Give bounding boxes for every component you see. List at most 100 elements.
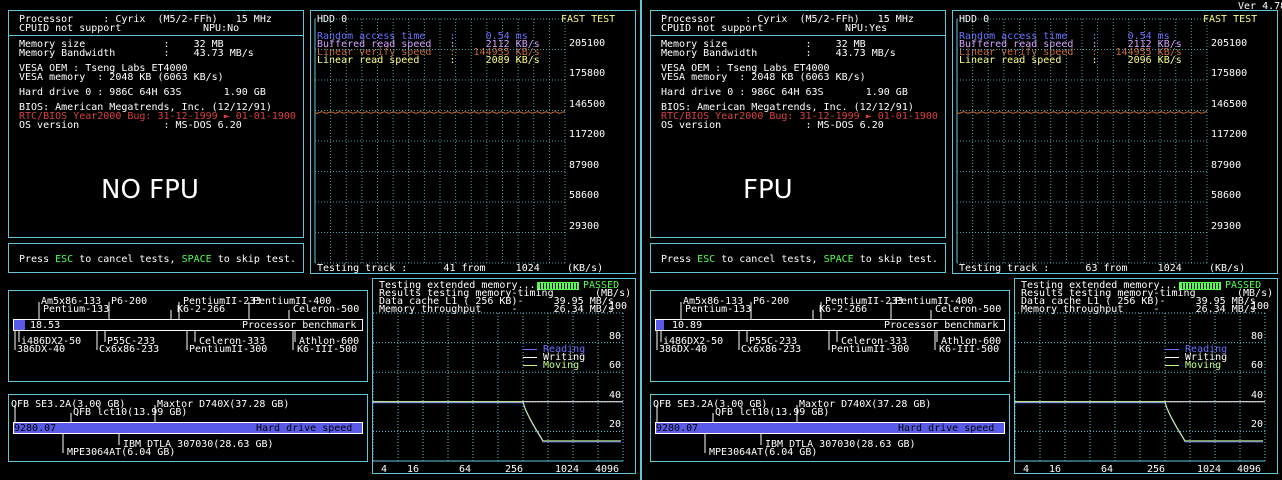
cpu-benchmark-box: Am5x86-133 P6-200 PentiumII-233 PentiumI… <box>650 290 1010 382</box>
cpu-ref-label: K6-2-266 <box>819 304 868 315</box>
cpu-ref-label: PentiumII-300 <box>189 344 268 355</box>
hdd-y-tick: 29300 <box>1211 220 1242 232</box>
mem-y-tick: 60 <box>1251 360 1264 372</box>
mem-y-tick: 20 <box>609 419 622 431</box>
mem-y-tick: 60 <box>609 360 622 372</box>
cpu-ref-label: K6-2-266 <box>177 304 226 315</box>
disk-ref-label: QFB lct10(13.99 GB) <box>73 407 188 418</box>
space-key: SPACE <box>181 254 212 265</box>
legend-moving: Moving <box>1165 361 1221 371</box>
space-key: SPACE <box>823 254 854 265</box>
mem-y-tick: 80 <box>1251 330 1264 342</box>
mem-x-tick: 4096 <box>1237 464 1262 475</box>
mem-x-tick: 256 <box>505 464 524 475</box>
hdd-y-tick: 146500 <box>569 98 606 110</box>
mem-y-tick: 100 <box>1251 301 1270 312</box>
mem-y-tick: 100 <box>609 301 628 312</box>
disk-benchmark-label: Hard drive speed <box>898 423 995 434</box>
npu-status: NPU:No <box>203 23 240 34</box>
mem-x-tick: 4 <box>1023 464 1030 475</box>
mem-x-tick: 64 <box>1101 464 1114 475</box>
mem-x-tick: 1024 <box>555 464 580 475</box>
press-keys-box: Press ESC to cancel tests, SPACE to skip… <box>650 243 946 273</box>
cpu-benchmark-label: Processor benchmark <box>884 320 999 331</box>
hdd-unit-label: (KB/s) <box>567 263 604 274</box>
cpu-benchmark-box: Am5x86-133 P6-200 PentiumII-233 PentiumI… <box>8 290 368 382</box>
hdd-y-tick: 87900 <box>1211 159 1242 171</box>
mem-y-tick: 40 <box>1251 389 1264 401</box>
hdd-y-tick: 58600 <box>1211 190 1242 201</box>
cpu-ref-label: Cx6x86-233 <box>99 344 160 355</box>
testing-track-line: Testing track : 41 from 1024 <box>317 263 540 274</box>
memory-bandwidth-line: Memory Bandwidth : 43.73 MB/s <box>19 48 254 59</box>
esc-key: ESC <box>55 254 74 265</box>
hdd-test-box: HDD 0 FAST TEST Random access time : 0.5… <box>310 10 636 274</box>
vesa-memory-line: VESA memory : 2048 KB (6063 KB/s) <box>661 72 866 83</box>
cpu-ref-label: K6-III-500 <box>939 344 1000 355</box>
disk-benchmark-bar: 9280.07 Hard drive speed <box>655 422 1005 434</box>
hdd-speed-graph <box>956 18 1208 264</box>
os-version-line: OS version : MS-DOS 6.20 <box>19 120 242 131</box>
cpu-benchmark-value: 18.53 <box>30 320 61 331</box>
cpu-ref-label: 386DX-40 <box>659 344 708 355</box>
press-keys-text: Press ESC to cancel tests, SPACE to skip… <box>661 254 938 265</box>
fpu-caption: FPU <box>743 175 793 205</box>
press-keys-text: Press ESC to cancel tests, SPACE to skip… <box>19 254 296 265</box>
cpu-ref-label: Pentium-133 <box>685 304 752 315</box>
separator <box>9 35 303 36</box>
memory-timing-graph <box>1014 312 1266 462</box>
disk-benchmark-box: QFB SE3.2A(3.00 GB) Maxtor D740X(37.28 G… <box>650 394 1010 462</box>
hdd-y-tick: 58600 <box>569 190 600 201</box>
hdd-speed-line <box>314 111 566 114</box>
esc-key: ESC <box>697 254 716 265</box>
hdd-y-tick: 117200 <box>1211 129 1248 140</box>
hdd-y-tick: 175800 <box>1211 68 1248 79</box>
memory-bandwidth-line: Memory Bandwidth : 43.73 MB/s <box>661 48 896 59</box>
cpu-benchmark-value: 10.89 <box>672 320 703 331</box>
system-info-box: Processor : Cyrix (M5/2-FFh) 15 MHz CPUI… <box>650 10 946 238</box>
moving-line <box>373 401 621 442</box>
hdd-y-tick: 175800 <box>569 68 606 79</box>
hdd-unit-label: (KB/s) <box>1209 263 1246 274</box>
vesa-memory-line: VESA memory : 2048 KB (6063 KB/s) <box>19 72 224 83</box>
panel-no-fpu: Processor : Cyrix (M5/2-FFh) 15 MHz CPUI… <box>0 0 640 480</box>
legend-moving: Moving <box>523 361 579 371</box>
mem-y-tick: 40 <box>609 389 622 401</box>
mem-x-tick: 4096 <box>595 464 620 475</box>
cpu-benchmark-label: Processor benchmark <box>242 320 357 331</box>
hard-drive-line: Hard drive 0 : 986C 64H 63S 1.90 GB <box>19 87 266 98</box>
mem-x-tick: 16 <box>1049 464 1062 475</box>
system-info-box: Processor : Cyrix (M5/2-FFh) 15 MHz CPUI… <box>8 10 304 238</box>
memory-timing-graph <box>372 312 624 462</box>
hdd-speed-graph <box>314 18 566 264</box>
panel-fpu: Processor : Cyrix (M5/2-FFh) 15 MHz CPUI… <box>642 0 1282 480</box>
cpu-ref-label: P6-200 <box>111 296 148 307</box>
moving-line <box>1015 401 1263 442</box>
cpu-benchmark-bar: 18.53 Processor benchmark <box>13 319 363 331</box>
npu-status: NPU:Yes <box>845 23 888 34</box>
fast-test-label: FAST TEST <box>1203 14 1258 25</box>
reading-line <box>373 402 621 443</box>
hdd-y-tick: 205100 <box>569 37 606 49</box>
mem-x-tick: 64 <box>459 464 472 475</box>
cpu-ref-label: P6-200 <box>753 296 790 307</box>
mem-x-tick: 16 <box>407 464 420 475</box>
testing-track-line: Testing track : 63 from 1024 <box>959 263 1182 274</box>
hdd-test-box: HDD 0 FAST TEST Random access time : 0.5… <box>952 10 1278 274</box>
hdd-speed-line <box>956 111 1208 114</box>
mem-y-tick: 20 <box>1251 419 1264 431</box>
mem-y-tick: 80 <box>609 330 622 342</box>
cpuid-line: CPUID not support <box>661 23 764 34</box>
cpuid-line: CPUID not support <box>19 23 122 34</box>
disk-ref-label: MPE3064AT(6.04 GB) <box>709 447 818 458</box>
hdd-y-tick: 117200 <box>569 129 606 140</box>
memory-test-box: Testing extended memory... PASSED Result… <box>1014 278 1278 475</box>
cpu-ref-label: Celeron-500 <box>293 304 360 315</box>
disk-benchmark-value: 9280.07 <box>656 423 699 434</box>
fpu-caption: NO FPU <box>101 175 199 205</box>
reading-line <box>1015 402 1263 443</box>
press-keys-box: Press ESC to cancel tests, SPACE to skip… <box>8 243 304 273</box>
mem-x-tick: 1024 <box>1197 464 1222 475</box>
disk-benchmark-label: Hard drive speed <box>256 423 353 434</box>
disk-ref-label: QFB lct10(13.99 GB) <box>715 407 830 418</box>
